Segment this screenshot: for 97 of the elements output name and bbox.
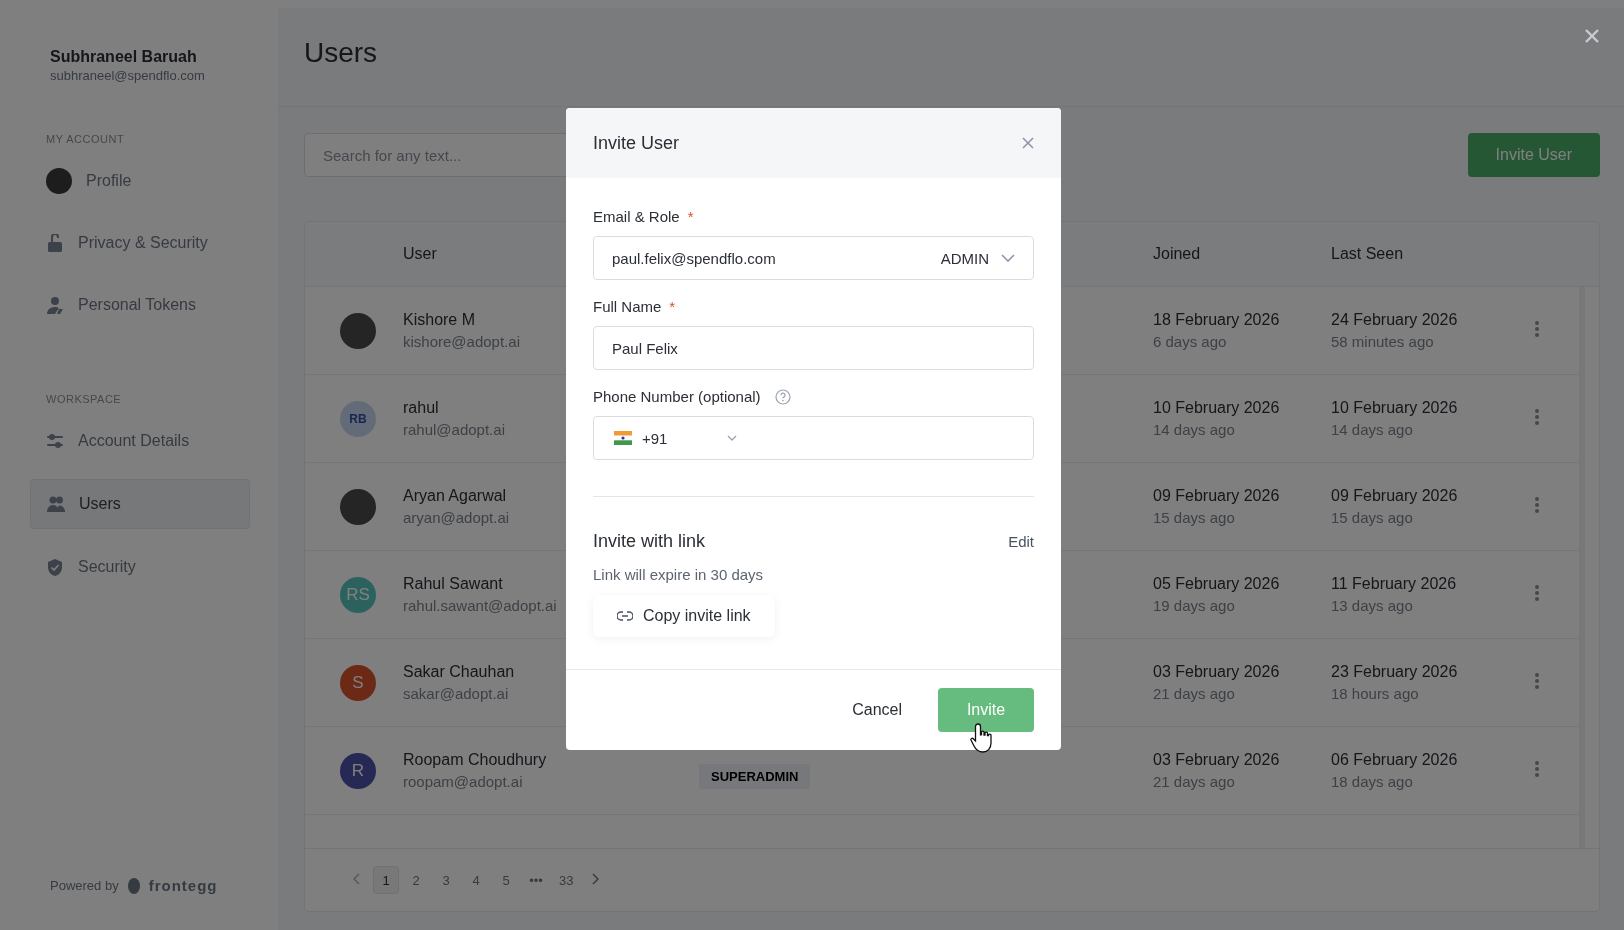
chevron-down-icon — [727, 435, 738, 441]
close-icon[interactable] — [1022, 137, 1034, 149]
user-email-cell: roopam@adopt.ai — [403, 773, 523, 790]
user-name-cell: Aryan Agarwal — [403, 487, 507, 505]
sidebar-item[interactable]: Security — [30, 543, 250, 591]
user-avatar: R — [340, 752, 376, 789]
date-cell: 03 February 2026 — [1153, 663, 1280, 681]
page-button[interactable]: 1 — [373, 866, 399, 894]
date-cell: 10 February 2026 — [1153, 399, 1280, 417]
field-label: Email & Role — [593, 208, 680, 225]
full-name-field[interactable]: Paul Felix — [593, 326, 1034, 370]
relative-time-cell: 15 days ago — [1331, 509, 1413, 526]
page-button[interactable]: ••• — [523, 866, 549, 894]
relative-time-cell: 14 days ago — [1331, 421, 1413, 438]
chevron-down-icon — [1001, 254, 1015, 262]
relative-time-cell: 18 days ago — [1331, 773, 1413, 790]
profile-photo-placeholder — [46, 168, 72, 194]
relative-time-cell: 13 days ago — [1331, 597, 1413, 614]
role-badge: SUPERADMIN — [699, 764, 811, 789]
required-asterisk: * — [669, 298, 676, 315]
relative-time-cell: 6 days ago — [1153, 333, 1227, 350]
shield-icon — [46, 558, 64, 576]
required-asterisk: * — [687, 208, 694, 225]
lock-icon — [46, 234, 64, 252]
sliders-icon — [46, 432, 64, 450]
powered-by-label: Powered by — [50, 877, 119, 893]
india-flag-icon — [614, 431, 632, 445]
field-label: Phone Number (optional) — [593, 388, 761, 405]
avatar-photo-placeholder — [340, 312, 376, 349]
egg-logo-icon — [126, 876, 141, 894]
user-email-cell: rahul@adopt.ai — [403, 421, 505, 438]
user-avatar: RS — [340, 576, 376, 613]
user-name-cell: rahul — [403, 399, 439, 417]
date-cell: 10 February 2026 — [1331, 399, 1458, 417]
user-name: Subhraneel Baruah — [50, 48, 198, 66]
relative-time-cell: 18 hours ago — [1331, 685, 1419, 702]
users-icon — [47, 495, 65, 513]
invite-button[interactable]: Invite — [938, 688, 1034, 732]
relative-time-cell: 14 days ago — [1153, 421, 1235, 438]
user-name-cell: Rahul Sawant — [403, 575, 503, 593]
date-cell: 23 February 2026 — [1331, 663, 1458, 681]
user-email-cell: kishore@adopt.ai — [403, 333, 520, 350]
date-cell: 11 February 2026 — [1331, 575, 1457, 593]
page-button[interactable]: 4 — [463, 866, 489, 894]
user-avatar: RB — [340, 400, 376, 437]
user-icon — [46, 296, 64, 314]
user-email-cell: sakar@adopt.ai — [403, 685, 509, 702]
cancel-button[interactable]: Cancel — [846, 700, 908, 720]
page-button[interactable]: 3 — [433, 866, 459, 894]
relative-time-cell: 21 days ago — [1153, 685, 1235, 702]
expiry-note: Link will expire in 30 days — [593, 566, 765, 583]
edit-link[interactable]: Edit — [1008, 533, 1034, 550]
user-email-cell: rahul.sawant@adopt.ai — [403, 597, 557, 614]
sidebar-item[interactable]: Privacy & Security — [30, 219, 250, 267]
user-avatar: S — [340, 664, 376, 701]
date-cell: 05 February 2026 — [1153, 575, 1280, 593]
sidebar-item[interactable]: Account Details — [30, 417, 250, 465]
user-name-cell: Kishore M — [403, 311, 476, 329]
section-heading: MY ACCOUNT — [46, 133, 126, 145]
country-code: +91 — [642, 429, 668, 447]
sidebar-item[interactable]: Profile — [30, 157, 250, 205]
date-cell: 09 February 2026 — [1331, 487, 1458, 505]
sidebar-item[interactable]: Users — [30, 479, 250, 529]
page-button[interactable]: 5 — [493, 866, 519, 894]
date-cell: 18 February 2026 — [1153, 311, 1280, 329]
help-icon — [774, 388, 791, 405]
sidebar-item[interactable]: Personal Tokens — [30, 281, 250, 329]
column-header: Joined — [1153, 245, 1202, 263]
user-email: subhraneel@spendflo.com — [50, 68, 206, 83]
date-cell: 03 February 2026 — [1153, 751, 1280, 769]
relative-time-cell: 21 days ago — [1153, 773, 1235, 790]
user-email-cell: aryan@adopt.ai — [403, 509, 510, 526]
field-label: Full Name — [593, 298, 662, 315]
page-button[interactable]: 2 — [403, 866, 429, 894]
close-icon[interactable] — [1584, 28, 1600, 44]
avatar-photo-placeholder — [340, 488, 376, 525]
role-dropdown[interactable]: ADMIN — [940, 249, 1015, 267]
page-title: Users — [304, 37, 378, 69]
dialog-title: Invite User — [593, 132, 680, 154]
invite-user-button[interactable]: Invite User — [1467, 133, 1600, 177]
user-name-cell: Roopam Choudhury — [403, 751, 547, 769]
phone-field[interactable]: +91 — [593, 416, 1034, 460]
copy-invite-link-button[interactable]: Copy invite link — [593, 595, 775, 637]
relative-time-cell: 58 minutes ago — [1331, 333, 1434, 350]
section-title: Invite with link — [593, 531, 706, 552]
date-cell: 24 February 2026 — [1331, 311, 1458, 329]
user-name-cell: Sakar Chauhan — [403, 663, 515, 681]
page-button[interactable]: 33 — [553, 866, 580, 894]
date-cell: 09 February 2026 — [1153, 487, 1280, 505]
relative-time-cell: 19 days ago — [1153, 597, 1235, 614]
relative-time-cell: 15 days ago — [1153, 509, 1235, 526]
link-icon — [617, 611, 633, 621]
date-cell: 06 February 2026 — [1331, 751, 1458, 769]
column-header: Last Seen — [1331, 245, 1405, 263]
brand-name: frontegg — [148, 876, 218, 894]
section-heading: WORKSPACE — [46, 393, 123, 405]
email-role-field[interactable]: paul.felix@spendflo.com ADMIN — [593, 236, 1034, 280]
